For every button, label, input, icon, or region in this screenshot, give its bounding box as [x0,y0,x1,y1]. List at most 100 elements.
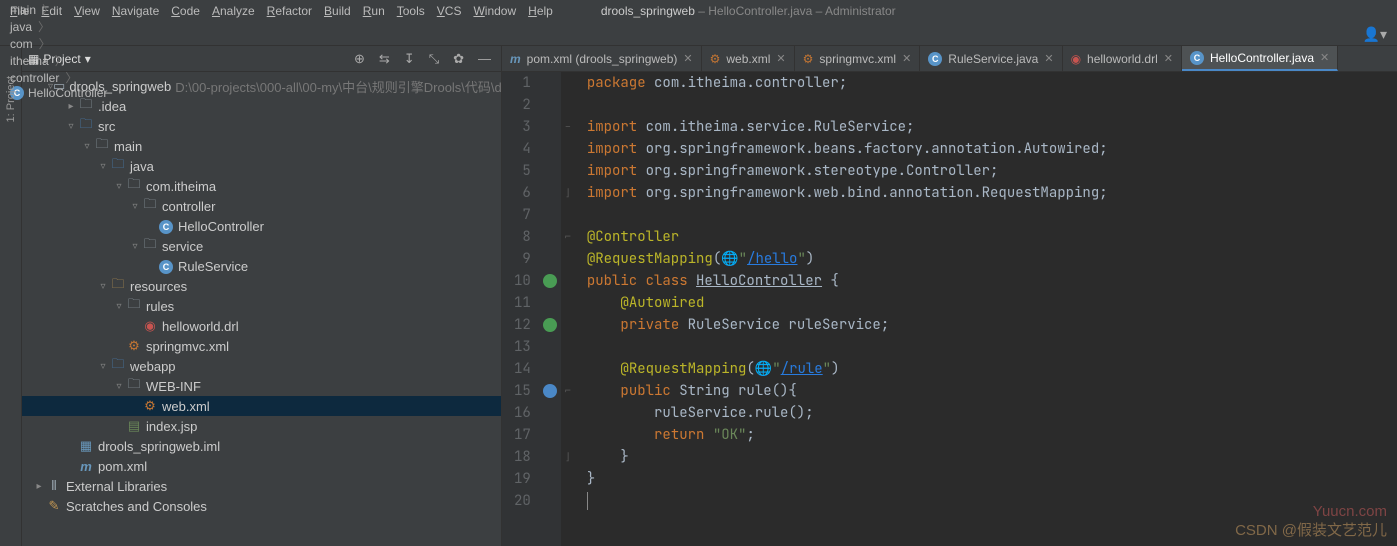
tree-arrow-icon[interactable]: ▸ [64,101,78,112]
tree-arrow-icon[interactable]: ▿ [112,381,126,392]
tree-item-ruleservice[interactable]: CRuleService [22,256,501,276]
tree-item-java[interactable]: ▿🗀 java [22,156,501,176]
user-icon[interactable]: 👤▾ [1363,26,1387,43]
tab-hellocontroller-java[interactable]: CHelloController.java✕ [1182,46,1338,71]
close-icon[interactable]: ✕ [1164,52,1173,65]
tree-item-webapp[interactable]: ▿🗀webapp [22,356,501,376]
watermark-csdn: CSDN @假装文艺范儿 [1235,519,1387,540]
editor-tabs: mpom.xml (drools_springweb)✕⚙web.xml✕⚙sp… [502,46,1397,72]
code-body[interactable]: package com.itheima.controller; import c… [575,72,1397,546]
tree-item-helloworld-drl[interactable]: ◉helloworld.drl [22,316,501,336]
close-icon[interactable]: ✕ [1044,52,1053,65]
tree-label: pom.xml [98,459,147,474]
crumb-itheima[interactable]: itheima [6,52,126,69]
tree-label: service [162,239,203,254]
folder-icon: 🗀 [127,376,140,391]
tree-item-main[interactable]: ▿🗀 main [22,136,501,156]
menu-help[interactable]: Help [522,2,559,20]
menu-code[interactable]: Code [165,2,206,20]
close-icon[interactable]: ✕ [902,52,911,65]
drl-icon: ◉ [1071,52,1081,66]
menu-tools[interactable]: Tools [391,2,431,20]
tab-helloworld-drl[interactable]: ◉ helloworld.drl ✕ [1063,46,1182,71]
tab-label: web.xml [726,52,770,66]
iml-icon: ▦ [80,438,92,453]
crumb-java[interactable]: java [6,18,126,35]
hide-icon[interactable]: — [474,51,495,66]
tab-label: helloworld.drl [1087,52,1158,66]
menu-run[interactable]: Run [357,2,391,20]
tree-label: controller [162,199,215,214]
close-icon[interactable]: ✕ [776,52,785,65]
tree-label: RuleService [178,259,248,274]
tree-item-index-jsp[interactable]: ▤index.jsp [22,416,501,436]
tree-item-com-itheima[interactable]: ▿🗀com.itheima [22,176,501,196]
close-icon[interactable]: ✕ [1320,51,1329,64]
class-icon: C [1190,51,1204,65]
tree-arrow-icon[interactable]: ▿ [64,121,78,132]
jsp-icon: ▤ [128,418,140,433]
expand-icon[interactable]: ⇆ [375,51,394,67]
tab-springmvc-xml[interactable]: ⚙ springmvc.xml ✕ [795,46,921,71]
tree-item-rules[interactable]: ▿🗀rules [22,296,501,316]
tree-arrow-icon[interactable]: ▿ [112,301,126,312]
tab-label: springmvc.xml [819,52,896,66]
tree-item-web-inf[interactable]: ▿🗀 WEB-INF [22,376,501,396]
class-icon: C [928,52,942,66]
tree-label: main [114,139,142,154]
tree-arrow-icon[interactable]: ▿ [128,241,142,252]
menubar: FileEditViewNavigateCodeAnalyzeRefactorB… [0,0,1397,22]
project-tool-label[interactable]: 1: Project [5,76,17,122]
tree-arrow-icon[interactable]: ▿ [80,141,94,152]
close-icon[interactable]: ✕ [683,52,692,65]
menu-vcs[interactable]: VCS [431,2,468,20]
settings-icon[interactable]: ✿ [449,51,468,67]
code-editor[interactable]: 1234567891011121314151617181920 –⌋⌐⌐⌋ pa… [502,72,1397,546]
tree-item-controller[interactable]: ▿🗀controller [22,196,501,216]
xml-icon: ⚙ [803,52,814,66]
tree-item-springmvc-xml[interactable]: ⚙springmvc.xml [22,336,501,356]
project-tree[interactable]: ▿▭drools_springweb D:\00-projects\000-al… [22,72,501,546]
tree-item-src[interactable]: ▿🗀src [22,116,501,136]
tree-label: web.xml [162,399,210,414]
drl-icon: ◉ [144,318,155,333]
tree-path: D:\00-projects\000-all\00-my\中台\规则引擎Droo… [175,77,501,96]
folder-icon: 🗀 [95,136,108,151]
tree-label: .idea [98,99,126,114]
tab-ruleservice-java[interactable]: CRuleService.java✕ [920,46,1062,71]
tree-item-service[interactable]: ▿🗀 service [22,236,501,256]
src-folder-icon: 🗀 [111,156,124,171]
tree-label: java [130,159,154,174]
crumb-com[interactable]: com [6,35,126,52]
tree-item-hellocontroller[interactable]: CHelloController [22,216,501,236]
crumb-hellocontroller[interactable]: C HelloController [6,86,126,100]
tree-item-scratches-and-consoles[interactable]: ✎Scratches and Consoles [22,496,501,516]
tree-arrow-icon[interactable]: ▿ [96,361,110,372]
package-icon: 🗀 [143,236,156,251]
scroll-icon[interactable]: ↧ [400,51,419,67]
tree-arrow-icon[interactable]: ▿ [128,201,142,212]
crumb-controller[interactable]: controller [6,69,126,86]
window-title: drools_springweb – HelloController.java … [601,4,896,18]
tree-arrow-icon[interactable]: ▿ [112,181,126,192]
tree-item-external-libraries[interactable]: ▸⫴External Libraries [22,476,501,496]
crumb-main[interactable]: main [6,1,126,18]
tree-item-drools-springweb-iml[interactable]: ▦drools_springweb.iml [22,436,501,456]
tree-label: WEB-INF [146,379,201,394]
tree-item-resources[interactable]: ▿🗀resources [22,276,501,296]
menu-refactor[interactable]: Refactor [261,2,318,20]
menu-build[interactable]: Build [318,2,357,20]
collapse-icon[interactable]: ⤡ [425,51,443,67]
tab-pom-xml-drools-springweb-[interactable]: mpom.xml (drools_springweb)✕ [502,46,702,71]
menu-analyze[interactable]: Analyze [206,2,261,20]
menu-window[interactable]: Window [467,2,522,20]
tree-arrow-icon[interactable]: ▸ [32,481,46,492]
package-icon: 🗀 [127,176,140,191]
select-opened-icon[interactable]: ⊕ [350,51,369,67]
tree-item-pom-xml[interactable]: mpom.xml [22,456,501,476]
tab-web-xml[interactable]: ⚙web.xml✕ [702,46,795,71]
tree-arrow-icon[interactable]: ▿ [96,161,110,172]
fold-margin[interactable]: –⌋⌐⌐⌋ [561,72,575,546]
tree-item-web-xml[interactable]: ⚙web.xml [22,396,501,416]
tree-arrow-icon[interactable]: ▿ [96,281,110,292]
